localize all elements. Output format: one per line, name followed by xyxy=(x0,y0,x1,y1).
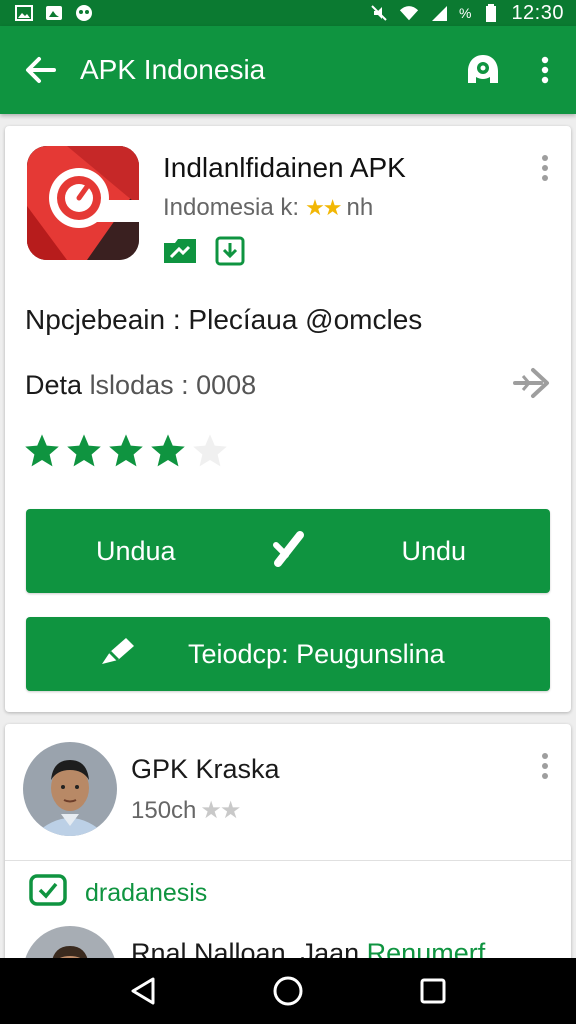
clock: 12:30 xyxy=(511,1,564,24)
wifi-icon xyxy=(399,4,419,22)
install-button-label: Teiodcp: Peugunslina xyxy=(188,638,445,669)
app-name: Indlanlfidainen APK xyxy=(163,152,406,183)
account-icon[interactable] xyxy=(452,26,514,114)
download-button-left-label: Undua xyxy=(96,535,176,566)
back-arrow-icon[interactable] xyxy=(0,26,80,114)
app-detail-card: Indlanlfidainen APK Indomesia k: ★★ nh N… xyxy=(5,126,571,712)
status-bar: % 12:30 xyxy=(0,0,576,26)
folder-badge-icon xyxy=(163,236,197,266)
pencil-icon xyxy=(272,529,306,574)
mute-icon xyxy=(369,4,389,22)
download-button[interactable]: Undua Undu xyxy=(26,509,550,593)
star-filled-icon xyxy=(67,434,101,467)
home-nav-icon[interactable] xyxy=(268,971,308,1011)
section-header[interactable]: dradanesis xyxy=(29,874,207,913)
review-card: GPK Kraska 150ch ★★ dradanesis Rnal Nall… xyxy=(5,724,571,964)
data-line: Deta lslodas : 0008 xyxy=(25,370,256,401)
edit-icon xyxy=(96,634,136,675)
back-nav-icon[interactable] xyxy=(123,971,163,1011)
image-icon xyxy=(14,4,34,22)
checkbox-icon xyxy=(29,874,67,913)
app-subtitle-stars: ★★ xyxy=(305,195,342,220)
card-more-icon[interactable] xyxy=(531,148,559,188)
data-value: lslodas : 0008 xyxy=(89,370,257,400)
app-subtitle-text: Indomesia k: xyxy=(163,194,300,221)
review-more-icon[interactable] xyxy=(531,746,559,786)
install-button[interactable]: Teiodcp: Peugunslina xyxy=(26,617,550,691)
app-bar: APK Indonesia xyxy=(0,26,576,114)
app-badges xyxy=(163,236,247,266)
download-badge-icon xyxy=(213,236,247,266)
developer-line: Npcjebeain : Plecíaua @omcles xyxy=(25,304,423,335)
gallery-icon xyxy=(44,4,64,22)
reviewer-avatar[interactable] xyxy=(23,742,117,836)
star-empty-icon xyxy=(193,434,227,467)
reviewer-meta-text: 150ch xyxy=(131,796,197,824)
rating-stars xyxy=(23,432,229,470)
app-bar-title: APK Indonesia xyxy=(80,54,266,85)
download-button-right-label: Undu xyxy=(401,535,466,566)
forward-arrow-icon[interactable] xyxy=(511,362,553,404)
reviewer-name: GPK Kraska xyxy=(131,754,280,784)
app-subtitle: Indomesia k: ★★ nh xyxy=(163,194,373,222)
star-filled-icon xyxy=(151,434,185,467)
navigation-bar xyxy=(0,958,576,1024)
battery-percent: % xyxy=(458,5,472,21)
battery-icon xyxy=(481,4,501,22)
reviewer-stars: ★★ xyxy=(200,797,241,824)
recents-nav-icon[interactable] xyxy=(413,971,453,1011)
data-label: Deta xyxy=(25,370,83,400)
app-subtitle-suffix: nh xyxy=(346,194,374,221)
game-icon xyxy=(74,4,94,22)
reviewer-meta: 150ch ★★ xyxy=(131,796,241,825)
app-logo-icon[interactable] xyxy=(27,146,139,260)
more-vert-icon[interactable] xyxy=(514,26,576,114)
star-filled-icon xyxy=(109,434,143,467)
section-label: dradanesis xyxy=(85,879,208,907)
divider xyxy=(5,860,571,861)
signal-icon xyxy=(429,4,449,22)
star-filled-icon xyxy=(25,434,59,467)
